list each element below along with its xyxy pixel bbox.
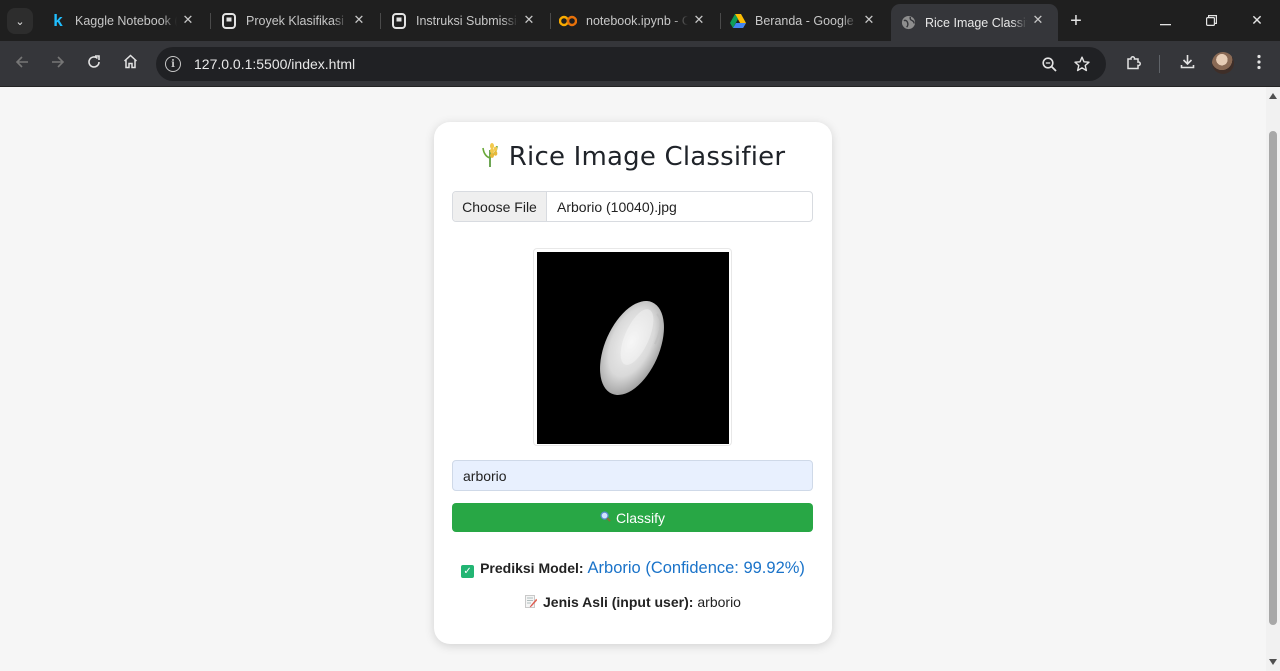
image-preview: [533, 248, 732, 446]
minimize-icon: [1159, 13, 1171, 29]
site-info-icon[interactable]: i: [165, 56, 181, 72]
classify-label: Classify: [615, 509, 665, 526]
globe-icon: [900, 15, 916, 31]
puzzle-icon: [1126, 54, 1142, 75]
choose-file-button[interactable]: Choose File: [453, 192, 547, 221]
scroll-down-icon[interactable]: [1269, 659, 1277, 665]
arrow-left-icon: [15, 55, 29, 74]
google-drive-icon: [730, 13, 746, 29]
vertical-scrollbar[interactable]: [1266, 87, 1280, 671]
download-icon: [1180, 54, 1195, 74]
prediction-value: Arborio (Confidence: 99.92%): [587, 559, 805, 577]
tab-title: Rice Image Classifie: [925, 15, 1027, 30]
reload-icon: [87, 54, 101, 74]
profile-avatar[interactable]: [1212, 52, 1234, 74]
menu-button[interactable]: [1245, 50, 1273, 78]
zoom-icon[interactable]: [1039, 54, 1059, 74]
tab-search-button[interactable]: ⌄: [7, 8, 33, 34]
page-title-text: Rice Image Classifier: [508, 142, 786, 172]
scroll-thumb[interactable]: [1269, 131, 1277, 625]
home-icon: [123, 54, 138, 74]
rice-grain-image: [537, 252, 729, 444]
tab-title: notebook.ipynb - C: [586, 13, 688, 28]
close-icon[interactable]: ✕: [351, 12, 367, 28]
actual-type-value: arborio: [697, 594, 741, 610]
tab-drive[interactable]: Beranda - Google D ✕: [721, 0, 889, 41]
rice-type-input[interactable]: [452, 460, 813, 491]
scroll-up-icon[interactable]: [1269, 93, 1277, 99]
colab-icon: [559, 13, 577, 29]
tab-title: Kaggle Notebook (: [75, 13, 177, 28]
tab-strip: ⌄ k Kaggle Notebook ( ✕ Proyek Klasifika…: [0, 0, 1280, 41]
file-input[interactable]: Choose File Arborio (10040).jpg: [452, 191, 813, 222]
downloads-button[interactable]: [1173, 50, 1201, 78]
restore-icon: [1205, 13, 1217, 29]
memo-icon: [525, 595, 538, 608]
dicoding-icon: [221, 12, 237, 29]
arrow-right-icon: [51, 55, 65, 74]
tab-title: Proyek Klasifikasi G: [246, 13, 348, 28]
tab-title: Instruksi Submissio: [416, 13, 518, 28]
selected-file-name: Arborio (10040).jpg: [557, 198, 677, 215]
close-icon: ✕: [1251, 12, 1263, 28]
prediction-label: Prediksi Model:: [480, 560, 584, 576]
tab-colab[interactable]: notebook.ipynb - C ✕: [551, 0, 719, 41]
close-icon[interactable]: ✕: [1030, 12, 1046, 28]
dicoding-icon: [391, 12, 407, 29]
close-icon[interactable]: ✕: [691, 12, 707, 28]
tab-kaggle[interactable]: k Kaggle Notebook ( ✕: [40, 0, 208, 41]
plus-icon: +: [1070, 9, 1082, 32]
reload-button[interactable]: [80, 50, 108, 78]
home-button[interactable]: [116, 50, 144, 78]
forward-button[interactable]: [44, 50, 72, 78]
bookmark-star-icon[interactable]: [1072, 54, 1092, 74]
close-window-button[interactable]: ✕: [1234, 0, 1280, 41]
tab-rice-classifier[interactable]: Rice Image Classifie ✕: [891, 4, 1058, 41]
new-tab-button[interactable]: +: [1064, 9, 1088, 33]
classifier-card: Rice Image Classifier Choose File Arbori…: [434, 122, 832, 644]
address-bar[interactable]: i 127.0.0.1:5500/index.html: [156, 47, 1106, 81]
actual-type-result: Jenis Asli (input user): arborio: [434, 594, 832, 610]
chevron-down-icon: ⌄: [15, 15, 25, 28]
restore-button[interactable]: [1188, 0, 1234, 41]
classify-button[interactable]: Classify: [452, 503, 813, 532]
more-vert-icon: [1257, 54, 1261, 75]
close-icon[interactable]: ✕: [861, 12, 877, 28]
magnifier-icon: [600, 510, 611, 525]
tab-instruksi[interactable]: Instruksi Submissio ✕: [381, 0, 549, 41]
minimize-button[interactable]: [1142, 0, 1188, 41]
tab-proyek[interactable]: Proyek Klasifikasi G ✕: [211, 0, 379, 41]
actual-type-label: Jenis Asli (input user):: [543, 594, 694, 610]
kaggle-icon: k: [53, 10, 63, 30]
page-viewport: Rice Image Classifier Choose File Arbori…: [0, 87, 1266, 671]
prediction-result: ✓ Prediksi Model: Arborio (Confidence: 9…: [434, 559, 832, 578]
close-icon[interactable]: ✕: [521, 12, 537, 28]
browser-toolbar: i 127.0.0.1:5500/index.html: [0, 41, 1280, 87]
tab-title: Beranda - Google D: [755, 13, 857, 28]
page-title: Rice Image Classifier: [434, 142, 832, 175]
toolbar-separator: [1159, 55, 1160, 73]
rice-icon: [481, 142, 501, 175]
extensions-button[interactable]: [1120, 50, 1148, 78]
url-text: 127.0.0.1:5500/index.html: [194, 56, 356, 72]
back-button[interactable]: [8, 50, 36, 78]
close-icon[interactable]: ✕: [180, 12, 196, 28]
check-mark-icon: ✓: [461, 565, 475, 578]
